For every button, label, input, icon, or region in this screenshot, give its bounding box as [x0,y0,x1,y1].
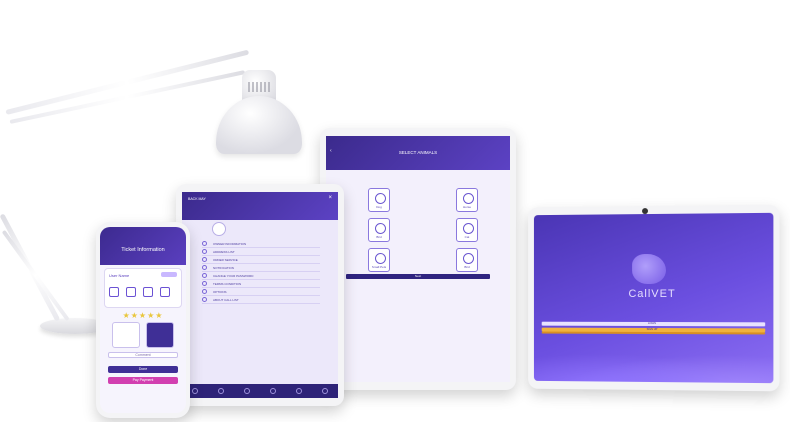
menu-item[interactable]: TERMS CONDITION [202,280,320,288]
tablet-select-animals: ‹ SELECT ANIMALS Dog Horse Bird Cat Smal… [320,128,516,390]
chat-icon[interactable] [296,388,302,394]
tablet-splash: CallVET LOGIN SIGN UP [528,204,780,392]
animal-option[interactable]: Dog [368,188,390,212]
menu-item-icon [202,297,207,302]
login-button[interactable]: LOGIN [541,321,766,327]
animal-option[interactable]: Cat [456,218,478,242]
menu-item-icon [202,289,207,294]
animal-grid: Dog Horse Bird Cat Small Pets Bird [368,188,478,272]
menu-item[interactable]: CHANGE YOUR PASSWORD [202,272,320,280]
avatar[interactable] [212,222,226,236]
close-icon[interactable]: × [328,195,332,201]
select-animals-title: SELECT ANIMALS [398,150,438,155]
phone-screen: Ticket Information User Name ★★★★★ Comme… [100,227,186,413]
service-icons [109,287,170,297]
menu-item[interactable]: ABOUT CALL LIST [202,296,320,304]
animal-option[interactable]: Bird [368,218,390,242]
tablet-menu-screen: BACK MAY × OWNER INFORMATION ADDRESS LIS… [182,192,338,398]
lamp-arm-lower-2 [1,229,70,322]
pay-button[interactable]: Pay Payment [108,377,178,384]
menu-item[interactable]: ADDRESS LIST [202,248,320,256]
select-animals-header: ‹ SELECT ANIMALS [326,136,510,170]
ticket-card: User Name [104,268,182,308]
animal-option[interactable]: Bird [456,248,478,272]
animal-option[interactable]: Small Pets [368,248,390,272]
tablet-menu: BACK MAY × OWNER INFORMATION ADDRESS LIS… [176,184,344,406]
menu-item-icon [202,273,207,278]
option-tile-selected[interactable] [146,322,174,348]
next-button[interactable]: Next [346,274,490,279]
thermometer-icon [160,287,170,297]
profile-icon[interactable] [322,388,328,394]
lamp-shade [216,96,302,154]
lamp-arm-upper [5,49,250,115]
menu-item-icon [202,281,207,286]
comment-field[interactable]: Comment [108,352,178,358]
home-icon[interactable] [192,388,198,394]
menu-list: OWNER INFORMATION ADDRESS LIST ORDER SER… [202,240,320,304]
calendar-icon[interactable] [270,388,276,394]
ticket-header: Ticket Information [100,227,186,265]
home-visit-icon [109,287,119,297]
back-icon[interactable]: ‹ [330,148,332,154]
horse-logo-icon [632,253,666,285]
product-mockup-scene: ‹ SELECT ANIMALS Dog Horse Bird Cat Smal… [0,0,790,422]
menu-item-icon [202,265,207,270]
option-tiles [100,322,186,348]
brand-name: CallVET [628,287,676,301]
menu-item[interactable]: OWNER INFORMATION [202,240,320,248]
phone-ticket-info: Ticket Information User Name ★★★★★ Comme… [96,222,190,418]
bottom-nav [182,384,338,398]
user-name: User Name [109,273,130,278]
menu-item[interactable]: ORDER SERVICE [202,256,320,264]
rating-stars[interactable]: ★★★★★ [100,311,186,320]
done-button[interactable]: Done [108,366,178,373]
menu-header: BACK MAY × [182,192,338,220]
menu-item-icon [202,257,207,262]
pet-icon [143,287,153,297]
status-badge [161,272,177,277]
decorative-wave [533,347,774,384]
animal-option[interactable]: Horse [456,188,478,212]
location-icon[interactable] [218,388,224,394]
tablet-splash-screen: CallVET LOGIN SIGN UP [533,212,774,384]
menu-item[interactable]: NOTIFICATION [202,264,320,272]
search-icon[interactable] [244,388,250,394]
lamp-arm-upper-2 [9,70,246,124]
menu-item-icon [202,241,207,246]
option-tile[interactable] [112,322,140,348]
tablet-select-animals-screen: ‹ SELECT ANIMALS Dog Horse Bird Cat Smal… [326,136,510,382]
signup-underline [541,331,766,335]
phone-icon [126,287,136,297]
lamp-vent [248,82,270,92]
menu-item-icon [202,249,207,254]
back-link[interactable]: BACK MAY [188,197,206,201]
menu-item[interactable]: OPTIONS [202,288,320,296]
